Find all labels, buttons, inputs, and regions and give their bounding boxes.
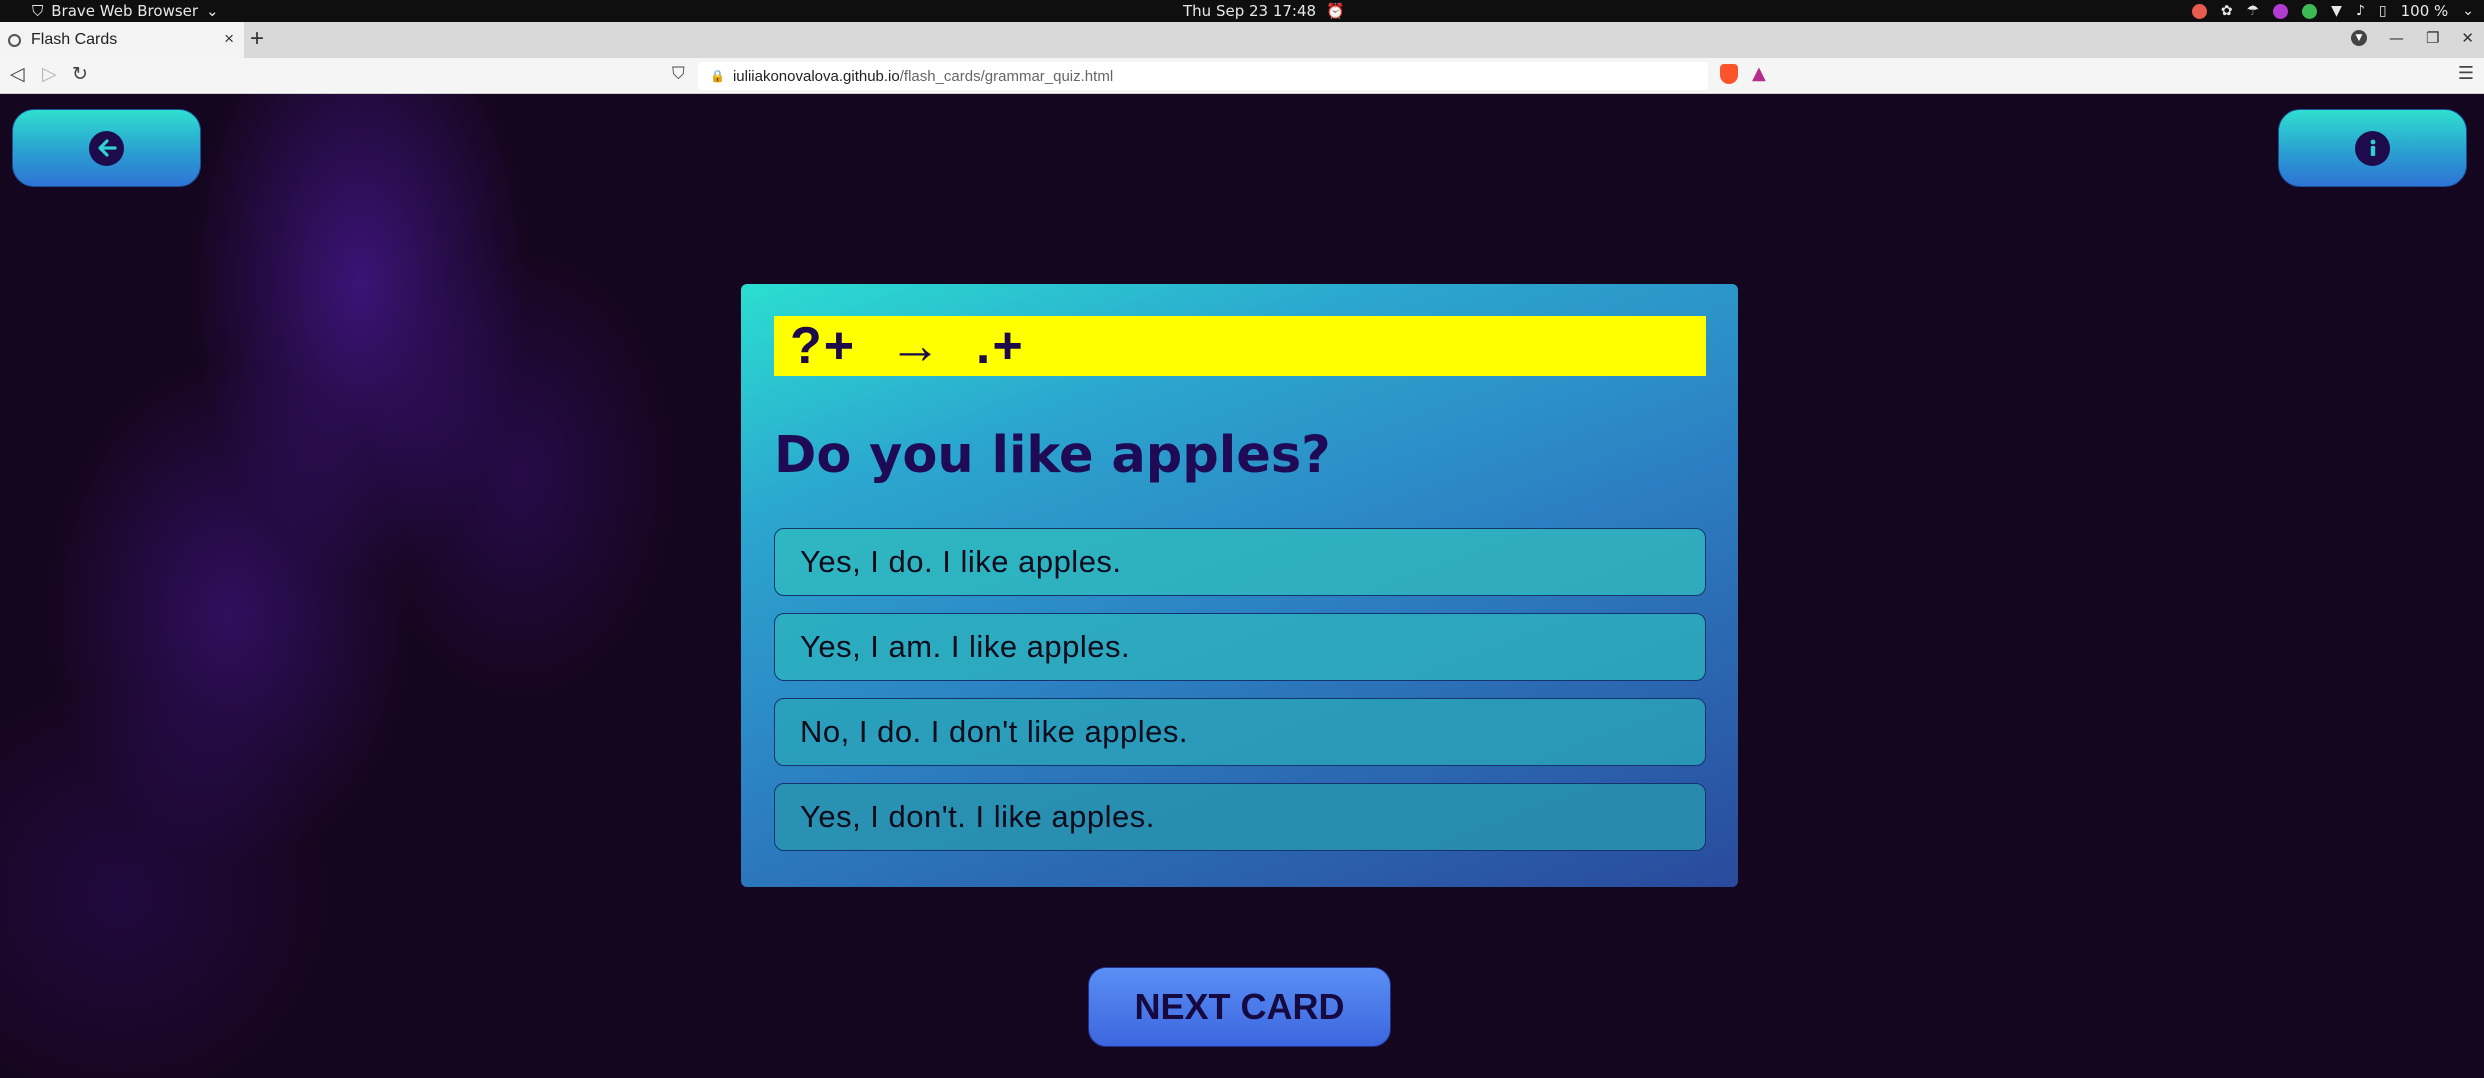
question-text: Do you like apples? bbox=[774, 426, 1331, 485]
info-button[interactable] bbox=[2278, 109, 2467, 187]
clock-text: Thu Sep 23 17:48 bbox=[1183, 2, 1317, 20]
alarm-icon: ⏰ bbox=[1326, 2, 1345, 20]
window-controls: ▼ — ❐ ✕ bbox=[2350, 29, 2474, 47]
system-tray[interactable]: ✿ ☂ ▼ ♪ ▯ 100 % ⌄ bbox=[2191, 2, 2474, 20]
reload-icon[interactable]: ↻ bbox=[72, 63, 88, 85]
answer-options: Yes, I do. I like apples. Yes, I am. I l… bbox=[774, 528, 1706, 851]
next-card-button[interactable]: NEXT CARD bbox=[1088, 967, 1391, 1047]
system-top-bar: ⛉ Brave Web Browser ⌄ Thu Sep 23 17:48 ⏰… bbox=[0, 0, 2484, 22]
volume-icon: ♪ bbox=[2355, 3, 2365, 19]
tab-title: Flash Cards bbox=[31, 31, 118, 48]
tray-app-icon-4[interactable] bbox=[2273, 3, 2289, 19]
tray-app-icon-1[interactable] bbox=[2191, 3, 2207, 19]
url-field[interactable]: 🔒 iuliiakonovalova.github.io /flash_card… bbox=[698, 62, 1708, 90]
brave-shield-icon: ⛉ bbox=[32, 2, 44, 20]
close-tab-icon[interactable]: × bbox=[224, 29, 234, 49]
wifi-icon: ▼ bbox=[2331, 3, 2342, 19]
chevron-down-icon: ⌄ bbox=[2462, 3, 2474, 19]
new-tab-button[interactable]: + bbox=[250, 25, 264, 53]
flash-card: ?+ → .+ Do you like apples? Yes, I do. I… bbox=[741, 284, 1738, 887]
tray-app-icon-5[interactable] bbox=[2302, 3, 2318, 19]
url-path: /flash_cards/grammar_quiz.html bbox=[899, 67, 1114, 85]
close-window-icon[interactable]: ✕ bbox=[2461, 29, 2474, 47]
lock-icon: 🔒 bbox=[710, 69, 725, 83]
chevron-down-icon: ⌄ bbox=[206, 2, 219, 20]
restore-icon[interactable]: ❐ bbox=[2426, 29, 2439, 47]
grammar-formula: ?+ → .+ bbox=[774, 316, 1706, 376]
arrow-left-icon bbox=[89, 130, 124, 166]
answer-option[interactable]: Yes, I don't. I like apples. bbox=[774, 783, 1706, 851]
battery-icon: ▯ bbox=[2378, 3, 2387, 19]
tab-search-icon[interactable]: ▼ bbox=[2350, 30, 2367, 46]
back-nav-icon[interactable]: ◁ bbox=[10, 63, 25, 85]
tab-flash-cards[interactable]: Flash Cards × bbox=[0, 22, 244, 58]
brave-shields-icon[interactable] bbox=[1720, 64, 1738, 84]
answer-option[interactable]: No, I do. I don't like apples. bbox=[774, 698, 1706, 766]
clock[interactable]: Thu Sep 23 17:48 ⏰ bbox=[1183, 2, 1345, 20]
app-name: Brave Web Browser bbox=[51, 2, 199, 20]
page-content: ?+ → .+ Do you like apples? Yes, I do. I… bbox=[0, 94, 2484, 1078]
answer-option[interactable]: Yes, I do. I like apples. bbox=[774, 528, 1706, 596]
globe-icon bbox=[8, 33, 21, 47]
address-bar: ◁ ▷ ↻ ⛉ 🔒 iuliiakonovalova.github.io /fl… bbox=[0, 58, 2484, 94]
brave-rewards-icon[interactable]: ▲ bbox=[1752, 63, 1766, 84]
minimize-icon[interactable]: — bbox=[2389, 29, 2404, 47]
url-host: iuliiakonovalova.github.io bbox=[732, 67, 900, 85]
answer-option[interactable]: Yes, I am. I like apples. bbox=[774, 613, 1706, 681]
forward-nav-icon[interactable]: ▷ bbox=[42, 63, 57, 85]
hamburger-menu-icon[interactable]: ☰ bbox=[2458, 63, 2474, 84]
tray-app-icon-2[interactable]: ✿ bbox=[2221, 3, 2233, 19]
back-button[interactable] bbox=[12, 109, 201, 187]
tab-strip: Flash Cards × + ▼ — ❐ ✕ bbox=[0, 22, 2484, 58]
info-icon bbox=[2355, 130, 2390, 166]
battery-percent: 100 % bbox=[2400, 2, 2449, 20]
app-menu[interactable]: ⛉ Brave Web Browser ⌄ bbox=[32, 2, 219, 20]
tray-app-icon-3[interactable]: ☂ bbox=[2247, 3, 2260, 19]
bookmark-icon[interactable]: ⛉ bbox=[672, 64, 685, 84]
